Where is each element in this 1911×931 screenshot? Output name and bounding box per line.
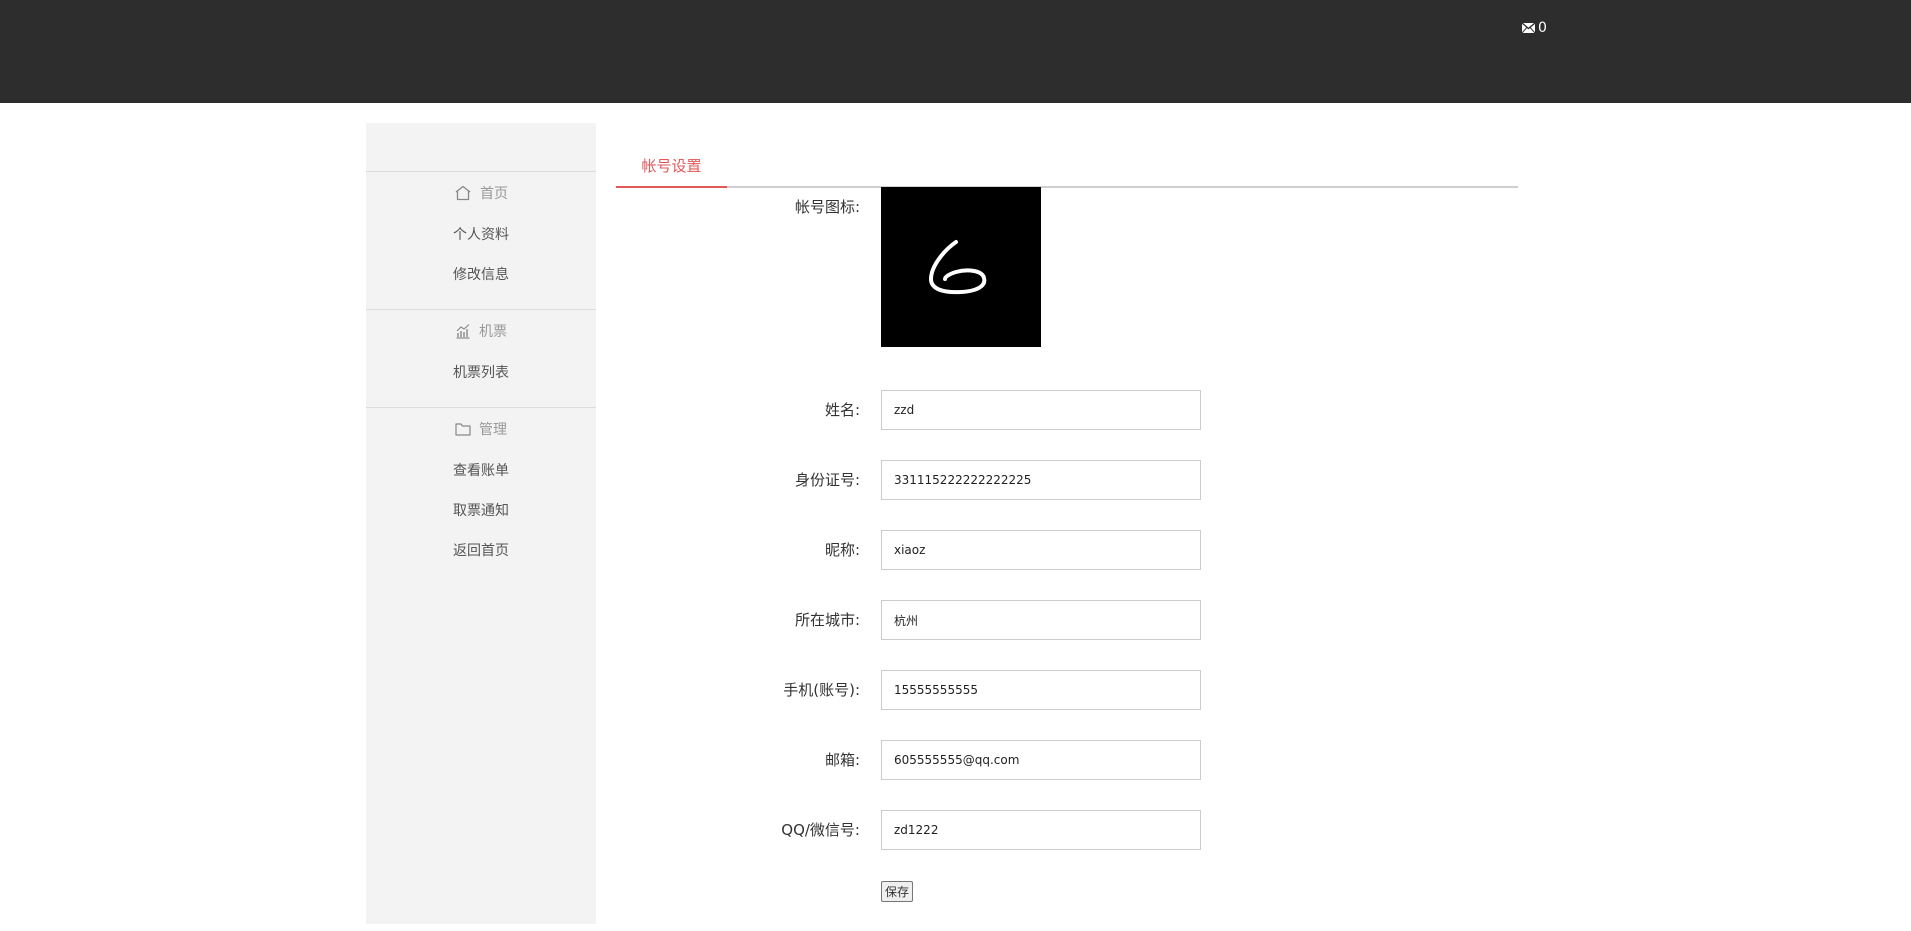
id-number-label: 身份证号:	[794, 471, 860, 489]
phone-label: 手机(账号):	[783, 681, 860, 699]
sidebar-group-home[interactable]: 首页	[366, 183, 596, 203]
sidebar-item-back-home[interactable]: 返回首页	[366, 540, 596, 560]
email-label: 邮箱:	[824, 751, 860, 769]
sidebar-item-ticket-list[interactable]: 机票列表	[366, 362, 596, 382]
sidebar-group-tickets[interactable]: 机票	[366, 321, 596, 341]
sidebar-item-bills[interactable]: 查看账单	[366, 460, 596, 480]
qq-wechat-label: QQ/微信号:	[781, 821, 860, 839]
save-button[interactable]: 保存	[881, 881, 914, 902]
account-avatar[interactable]	[881, 187, 1041, 347]
sidebar-item-pickup-notice[interactable]: 取票通知	[366, 500, 596, 520]
id-number-field[interactable]	[881, 460, 1201, 500]
sidebar-item-profile[interactable]: 个人资料	[366, 224, 596, 244]
phone-field[interactable]	[881, 670, 1201, 710]
avatar-image	[929, 240, 987, 295]
nickname-field[interactable]	[881, 530, 1201, 570]
sidebar-group-manage[interactable]: 管理	[366, 419, 596, 439]
avatar-label: 帐号图标:	[794, 198, 860, 216]
mail-count: 0	[1538, 20, 1547, 36]
mail-indicator[interactable]: 0	[1522, 20, 1547, 36]
tab-bar: 帐号设置	[616, 150, 1518, 188]
name-field[interactable]	[881, 390, 1201, 430]
qq-wechat-field[interactable]	[881, 810, 1201, 850]
envelope-icon	[1522, 23, 1535, 33]
city-label: 所在城市:	[794, 611, 860, 629]
sidebar-group-label: 机票	[479, 324, 507, 340]
sidebar-group-label: 首页	[480, 186, 508, 202]
folder-icon	[455, 423, 471, 436]
sidebar-divider	[366, 171, 596, 172]
sidebar-divider	[366, 309, 596, 310]
name-label: 姓名:	[824, 401, 860, 419]
city-field[interactable]	[881, 600, 1201, 640]
nickname-label: 昵称:	[824, 541, 860, 559]
sidebar-group-label: 管理	[479, 422, 507, 438]
sidebar-item-edit-info[interactable]: 修改信息	[366, 264, 596, 284]
sidebar: 首页 个人资料 修改信息 机票 机票列表 管理 查看账单 取票通知 返回首页	[366, 123, 596, 924]
sidebar-divider	[366, 407, 596, 408]
home-icon	[455, 185, 471, 201]
email-field[interactable]	[881, 740, 1201, 780]
tab-account-settings[interactable]: 帐号设置	[616, 150, 727, 188]
top-navbar: 0	[0, 0, 1911, 103]
chart-icon	[456, 324, 470, 339]
